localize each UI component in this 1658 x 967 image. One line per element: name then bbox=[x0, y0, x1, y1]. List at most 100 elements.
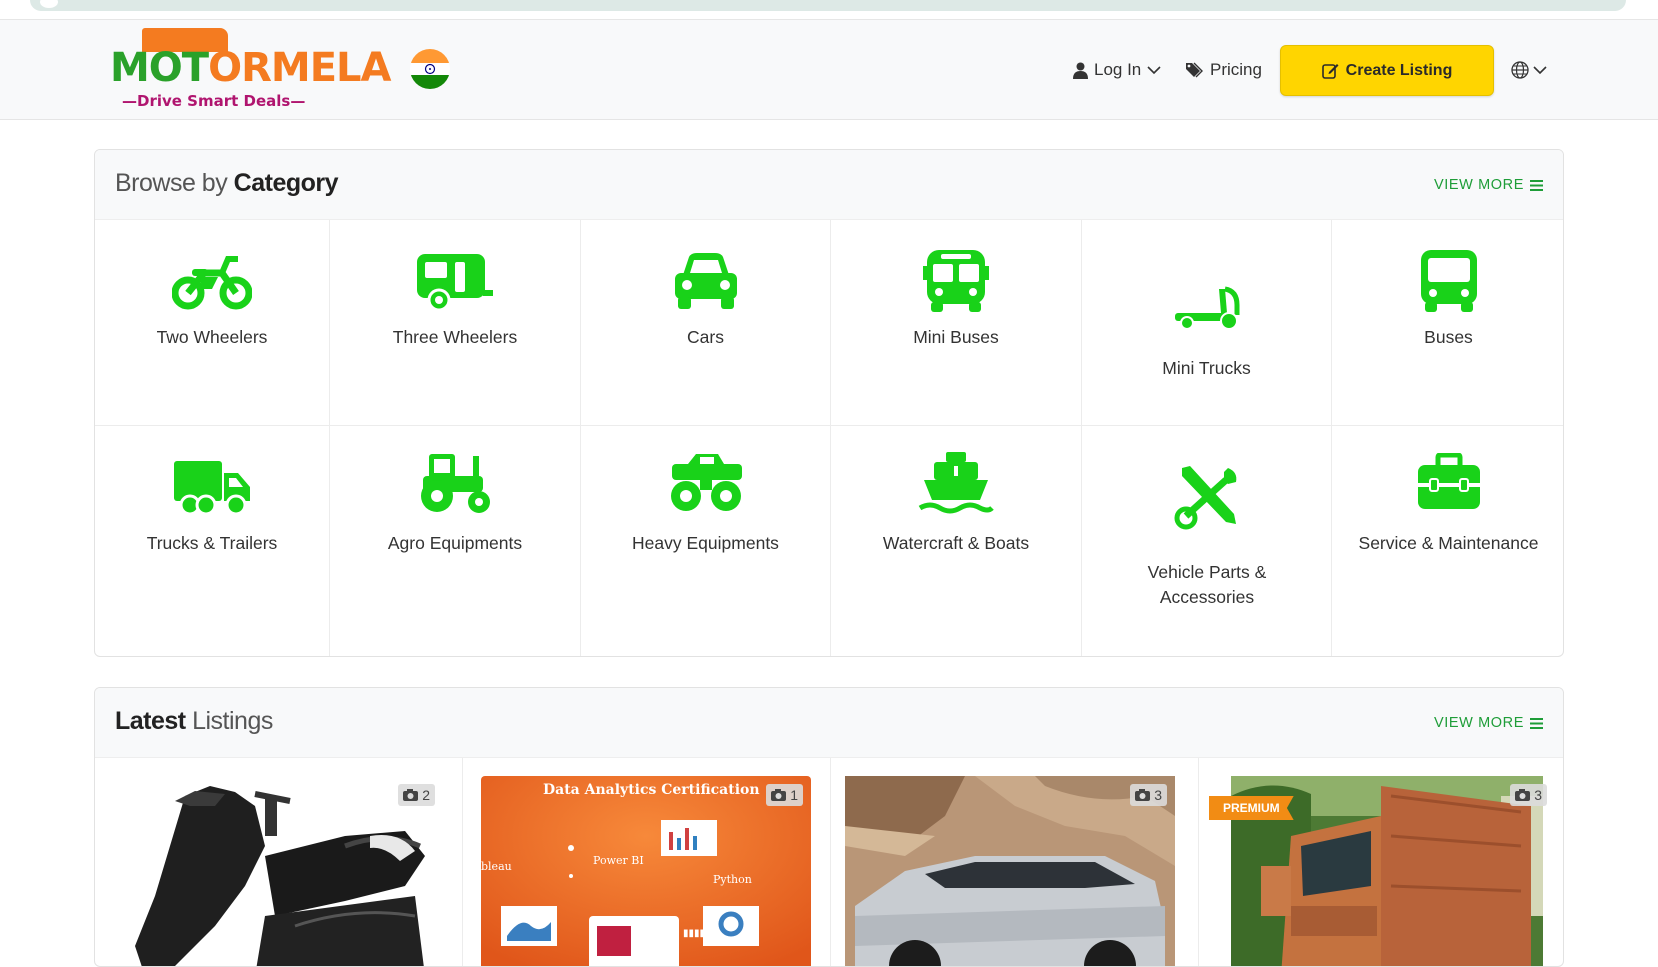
listing-card[interactable]: 3 bbox=[831, 758, 1199, 966]
logo-wordmark: MOTORMELA bbox=[110, 45, 392, 91]
pricing-link[interactable]: Pricing bbox=[1186, 20, 1262, 120]
logo-part-mela: MELA bbox=[270, 45, 392, 91]
listing-card[interactable]: ▮▮▮▮ Data Analytics Certification Power … bbox=[463, 758, 831, 966]
svg-text:▮▮▮▮: ▮▮▮▮ bbox=[683, 928, 705, 939]
globe-icon bbox=[1511, 61, 1529, 79]
photo-count: 2 bbox=[422, 787, 430, 803]
latest-listings-panel: Latest Listings VIEW MORE 2 ▮▮▮▮ Data An… bbox=[94, 687, 1564, 967]
logo-part-or: OR bbox=[208, 45, 272, 91]
poster-word-tableau: bleau bbox=[481, 860, 512, 873]
top-bar bbox=[30, 0, 1626, 11]
dolly-icon bbox=[1165, 275, 1249, 341]
bus-front-icon bbox=[914, 248, 998, 314]
poster-word-python: Python bbox=[713, 873, 752, 886]
india-flag-icon[interactable] bbox=[410, 49, 450, 89]
category-trucks-trailers[interactable]: Trucks & Trailers bbox=[95, 426, 330, 656]
browse-category-title: Browse by Category bbox=[115, 169, 339, 198]
category-view-more-link[interactable]: VIEW MORE bbox=[1434, 177, 1543, 193]
pricing-label: Pricing bbox=[1210, 60, 1262, 79]
camera-icon bbox=[1135, 789, 1151, 801]
category-label: Vehicle Parts & Accessories bbox=[1147, 562, 1267, 607]
camera-icon bbox=[1515, 789, 1531, 801]
listing-card[interactable]: 2 bbox=[95, 758, 463, 966]
logo-part-mot: MOT bbox=[110, 45, 209, 91]
category-vehicle-parts[interactable]: Vehicle Parts & Accessories bbox=[1082, 426, 1332, 656]
category-label: Mini Trucks bbox=[1162, 358, 1251, 378]
title-light: Listings bbox=[192, 707, 273, 735]
category-service-maintenance[interactable]: Service & Maintenance bbox=[1332, 426, 1563, 656]
category-label: Heavy Equipments bbox=[632, 533, 779, 553]
category-label: Mini Buses bbox=[913, 327, 999, 347]
camera-icon bbox=[771, 789, 787, 801]
user-icon bbox=[1073, 62, 1088, 79]
browser-top-strip bbox=[0, 0, 1658, 20]
login-label: Log In bbox=[1094, 60, 1142, 79]
tractor-icon bbox=[413, 450, 497, 516]
bus-icon bbox=[1407, 248, 1491, 314]
listing-card[interactable]: PREMIUM 3 bbox=[1199, 758, 1563, 966]
category-label: Agro Equipments bbox=[387, 533, 523, 553]
chevron-down-icon bbox=[1147, 66, 1161, 75]
motormela-logo[interactable]: MOTORMELA —Drive Smart Deals— bbox=[110, 28, 391, 110]
title-light: Browse by bbox=[115, 169, 228, 197]
create-listing-label: Create Listing bbox=[1345, 61, 1453, 79]
tools-icon bbox=[1165, 464, 1249, 530]
view-more-label: VIEW MORE bbox=[1434, 177, 1524, 193]
photo-count: 3 bbox=[1534, 787, 1542, 803]
title-bold: Latest bbox=[115, 707, 186, 735]
logo-tagline: —Drive Smart Deals— bbox=[122, 92, 306, 110]
truck-icon bbox=[170, 454, 254, 520]
listing-image-poster[interactable]: ▮▮▮▮ Data Analytics Certification Power … bbox=[481, 776, 811, 966]
chevron-down-icon bbox=[1533, 66, 1547, 75]
create-listing-button[interactable]: Create Listing bbox=[1280, 45, 1494, 96]
category-agro-equipments[interactable]: Agro Equipments bbox=[330, 426, 581, 656]
premium-badge: PREMIUM bbox=[1209, 796, 1294, 820]
category-label: Three Wheelers bbox=[392, 327, 518, 347]
category-watercraft-boats[interactable]: Watercraft & Boats bbox=[831, 426, 1082, 656]
car-icon bbox=[664, 248, 748, 314]
title-bold: Category bbox=[233, 169, 339, 197]
motorcycle-icon bbox=[170, 248, 254, 314]
login-menu[interactable]: Log In bbox=[1073, 20, 1161, 120]
photo-count: 1 bbox=[790, 787, 798, 803]
poster-title: Data Analytics Certification bbox=[543, 782, 760, 798]
category-label: Trucks & Trailers bbox=[146, 533, 278, 553]
category-cars[interactable]: Cars bbox=[581, 220, 831, 426]
listings-view-more-link[interactable]: VIEW MORE bbox=[1434, 715, 1543, 731]
photo-count-badge: 1 bbox=[766, 784, 803, 806]
listing-image-car[interactable]: 3 bbox=[845, 776, 1175, 966]
monster-truck-icon bbox=[664, 450, 748, 516]
listing-image-scooter[interactable]: 2 bbox=[115, 776, 445, 966]
poster-word-power-bi: Power BI bbox=[593, 854, 644, 867]
browse-category-header: Browse by Category VIEW MORE bbox=[95, 150, 1563, 220]
photo-count-badge: 2 bbox=[398, 784, 435, 806]
camera-icon bbox=[403, 789, 419, 801]
photo-count-badge: 3 bbox=[1130, 784, 1167, 806]
photo-count-badge: 3 bbox=[1510, 784, 1547, 806]
browse-category-panel: Browse by Category VIEW MORE Two Wheeler… bbox=[94, 149, 1564, 657]
category-two-wheelers[interactable]: Two Wheelers bbox=[95, 220, 330, 426]
category-label: Cars bbox=[687, 327, 724, 347]
bars-icon bbox=[1530, 179, 1543, 191]
photo-count: 3 bbox=[1154, 787, 1162, 803]
category-label: Buses bbox=[1424, 327, 1473, 347]
category-label: Two Wheelers bbox=[156, 327, 268, 347]
ship-icon bbox=[914, 450, 998, 516]
category-buses[interactable]: Buses bbox=[1332, 220, 1563, 426]
edit-icon bbox=[1321, 64, 1339, 79]
category-label: Service & Maintenance bbox=[1358, 533, 1539, 553]
latest-listings-header: Latest Listings VIEW MORE bbox=[95, 688, 1563, 758]
category-mini-buses[interactable]: Mini Buses bbox=[831, 220, 1082, 426]
tags-icon bbox=[1186, 62, 1203, 78]
category-heavy-equipments[interactable]: Heavy Equipments bbox=[581, 426, 831, 656]
view-more-label: VIEW MORE bbox=[1434, 715, 1524, 731]
category-label: Watercraft & Boats bbox=[882, 533, 1030, 553]
bars-icon bbox=[1530, 717, 1543, 729]
category-mini-trucks[interactable]: Mini Trucks bbox=[1082, 220, 1332, 426]
language-selector[interactable] bbox=[1511, 20, 1547, 120]
category-three-wheelers[interactable]: Three Wheelers bbox=[330, 220, 581, 426]
latest-listings-title: Latest Listings bbox=[115, 707, 273, 736]
listing-image-truck[interactable]: PREMIUM 3 bbox=[1209, 776, 1547, 966]
toolbox-icon bbox=[1407, 450, 1491, 516]
auto-rickshaw-icon bbox=[413, 248, 497, 314]
